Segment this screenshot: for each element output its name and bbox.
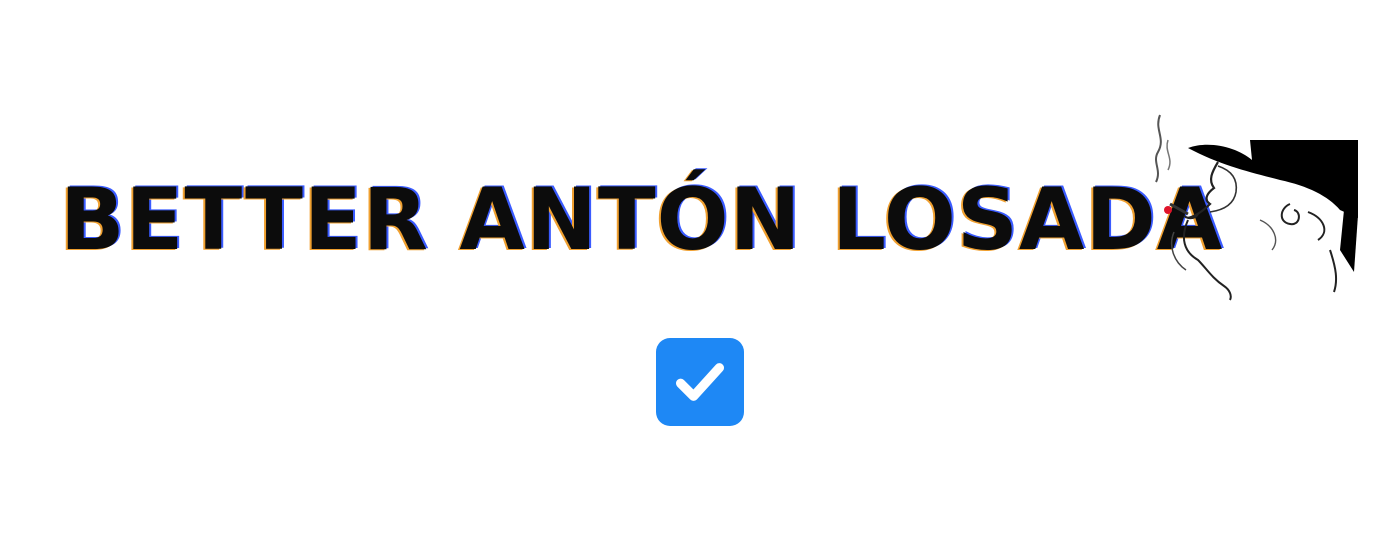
page-title: BETTER ANTÓN LOSADA: [60, 170, 1224, 270]
checkmark-icon: [675, 363, 725, 401]
page-root: BETTER ANTÓN LOSADA: [0, 0, 1400, 560]
checkbox[interactable]: [656, 338, 744, 426]
title-row: BETTER ANTÓN LOSADA: [60, 120, 1241, 320]
smoking-man-hat-logo-icon: [1155, 114, 1358, 301]
